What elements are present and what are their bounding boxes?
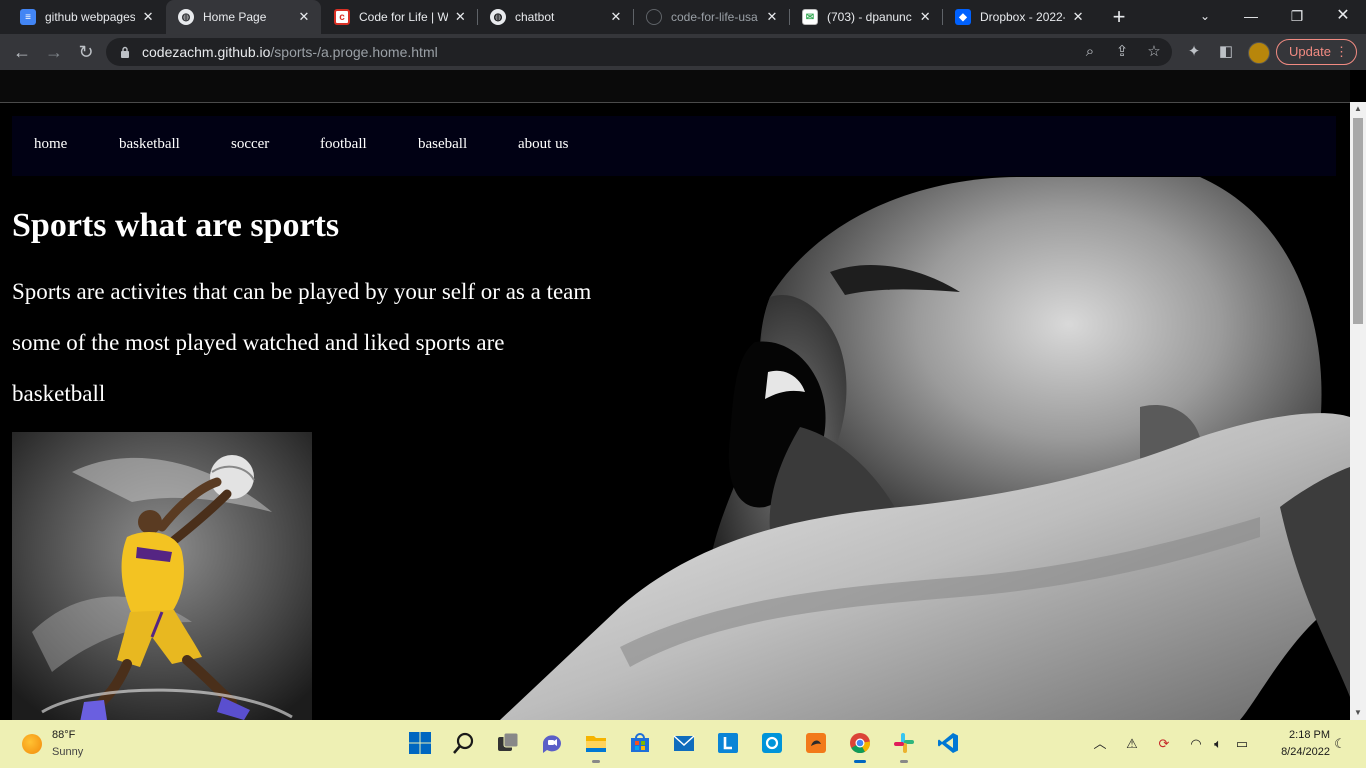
nav-link-basketball[interactable]: basketball: [119, 136, 180, 153]
close-tab-icon[interactable]: ✕: [454, 9, 467, 25]
globe-icon: ◍: [178, 9, 194, 25]
mail-icon[interactable]: [669, 728, 699, 758]
nav-link-soccer[interactable]: soccer: [231, 136, 269, 153]
forward-arrow-icon[interactable]: →: [42, 40, 66, 64]
minimize-icon[interactable]: —: [1228, 0, 1274, 34]
taskview-icon[interactable]: [493, 728, 523, 758]
url-host: codezachm.github.io: [142, 44, 271, 60]
tab-title: Dropbox - 2022-: [980, 10, 1066, 24]
tab-search-icon[interactable]: ⌄: [1182, 0, 1228, 34]
running-indicator: [592, 760, 600, 763]
intro-paragraph: Sports are activites that can be played …: [12, 279, 592, 304]
store-icon[interactable]: [625, 728, 655, 758]
sync-icon[interactable]: ⟳: [1154, 734, 1174, 754]
close-tab-icon[interactable]: ✕: [297, 9, 311, 25]
sun-icon[interactable]: [22, 734, 42, 754]
game-icon[interactable]: [801, 728, 831, 758]
clock-time[interactable]: 2:18 PM: [1270, 729, 1330, 741]
tab-dropbox[interactable]: ◆ Dropbox - 2022- ✕: [943, 0, 1095, 34]
globe-icon: ◍: [490, 9, 506, 25]
basketball-player-image: [12, 432, 312, 720]
tab-title: code-for-life-usa: [671, 10, 758, 24]
basketball-paragraph: basketball: [12, 381, 106, 406]
battery-icon[interactable]: ▭: [1232, 734, 1252, 754]
tab-title: Code for Life | Wi: [359, 10, 448, 24]
learning-icon[interactable]: [713, 728, 743, 758]
close-tab-icon[interactable]: ✕: [1071, 9, 1085, 25]
taskbar: 88°F Sunny ︿ ⚠ ⟳ ◠ 🔈︎ ▭ 2:18 PM 8/24/202…: [0, 720, 1366, 768]
close-window-icon[interactable]: ✕: [1320, 0, 1366, 34]
scroll-up-arrow-icon[interactable]: ▲: [1350, 102, 1366, 116]
running-indicator: [900, 760, 908, 763]
tab-code-for-life[interactable]: c Code for Life | Wi ✕: [322, 0, 477, 34]
nav-link-football[interactable]: football: [320, 136, 367, 153]
page-top-bar: [0, 70, 1350, 103]
search-icon[interactable]: [449, 728, 479, 758]
tab-mail[interactable]: ✉ (703) - dpanunci ✕: [790, 0, 942, 34]
scroll-down-arrow-icon[interactable]: ▼: [1350, 706, 1366, 720]
close-tab-icon[interactable]: ✕: [609, 9, 623, 25]
chat-icon[interactable]: [537, 728, 567, 758]
docs-icon: ≡: [20, 9, 36, 25]
dropbox-icon: ◆: [955, 9, 971, 25]
restore-icon[interactable]: ❐: [1274, 0, 1320, 34]
chevron-up-icon[interactable]: ︿: [1090, 734, 1110, 754]
share-icon[interactable]: ⇪: [1111, 41, 1133, 63]
nav-link-home[interactable]: home: [34, 136, 67, 153]
url-text[interactable]: codezachm.github.io/sports-/a.proge.home…: [142, 44, 438, 60]
url-path: /sports-/a.proge.home.html: [270, 44, 438, 60]
reload-icon[interactable]: ↻: [74, 40, 98, 64]
file-explorer-icon[interactable]: [581, 728, 611, 763]
tab-strip: ≡ github webpages ✕ ◍ Home Page ✕ c Code…: [0, 0, 1366, 34]
app-icon[interactable]: [757, 728, 787, 758]
start-icon[interactable]: [405, 728, 435, 758]
notification-moon-icon[interactable]: ☾: [1330, 734, 1350, 754]
site-nav-bar: home basketball soccer football baseball…: [12, 116, 1336, 176]
profile-avatar[interactable]: [1248, 42, 1270, 64]
tab-title: github webpages: [45, 10, 136, 24]
close-tab-icon[interactable]: ✕: [141, 9, 155, 25]
back-arrow-icon[interactable]: ←: [10, 40, 34, 64]
wifi-icon[interactable]: ◠: [1186, 734, 1206, 754]
lock-icon[interactable]: [120, 46, 130, 58]
side-panel-icon[interactable]: ◧: [1215, 41, 1237, 63]
tab-chatbot[interactable]: ◍ chatbot ✕: [478, 0, 633, 34]
clock-date[interactable]: 8/24/2022: [1262, 746, 1330, 758]
update-warning-icon[interactable]: ⚠: [1122, 734, 1142, 754]
update-button[interactable]: Update ⋮: [1276, 39, 1357, 65]
close-tab-icon[interactable]: ✕: [918, 9, 932, 25]
vscode-icon[interactable]: [933, 728, 963, 758]
update-label: Update: [1289, 44, 1331, 59]
page-title: Sports what are sports: [12, 207, 340, 244]
slack-icon[interactable]: [889, 728, 919, 763]
tab-title: (703) - dpanunci: [827, 10, 913, 24]
page-scrollbar[interactable]: ▲ ▼: [1350, 102, 1366, 720]
menu-dots-icon: ⋮: [1335, 44, 1348, 59]
github-icon: [646, 9, 662, 25]
nav-link-about-us[interactable]: about us: [518, 136, 568, 153]
new-tab-button[interactable]: +: [1106, 4, 1132, 30]
weather-condition[interactable]: Sunny: [52, 746, 83, 758]
tab-code-for-life-usa[interactable]: code-for-life-usa ✕: [634, 0, 789, 34]
close-tab-icon[interactable]: ✕: [765, 9, 779, 25]
bookmark-star-icon[interactable]: ☆: [1143, 41, 1165, 63]
chrome-icon[interactable]: [845, 728, 875, 763]
scrollbar-thumb[interactable]: [1353, 118, 1363, 324]
volume-icon[interactable]: 🔈︎: [1208, 734, 1228, 754]
weather-temperature[interactable]: 88°F: [52, 729, 75, 741]
nav-link-baseball[interactable]: baseball: [418, 136, 467, 153]
page-viewport: home basketball soccer football baseball…: [0, 70, 1350, 720]
extensions-icon[interactable]: ✦: [1183, 41, 1205, 63]
codeforlife-icon: c: [334, 9, 350, 25]
active-indicator: [854, 760, 866, 763]
tab-github-webpages[interactable]: ≡ github webpages ✕: [8, 0, 165, 34]
hero-athlete-image: [500, 177, 1350, 720]
zoom-icon[interactable]: ⌕: [1079, 41, 1101, 63]
mail-icon: ✉: [802, 9, 818, 25]
tab-title: Home Page: [203, 10, 267, 24]
popular-sports-paragraph: some of the most played watched and like…: [12, 330, 505, 355]
tab-home-page[interactable]: ◍ Home Page ✕: [166, 0, 321, 34]
tab-title: chatbot: [515, 10, 555, 24]
